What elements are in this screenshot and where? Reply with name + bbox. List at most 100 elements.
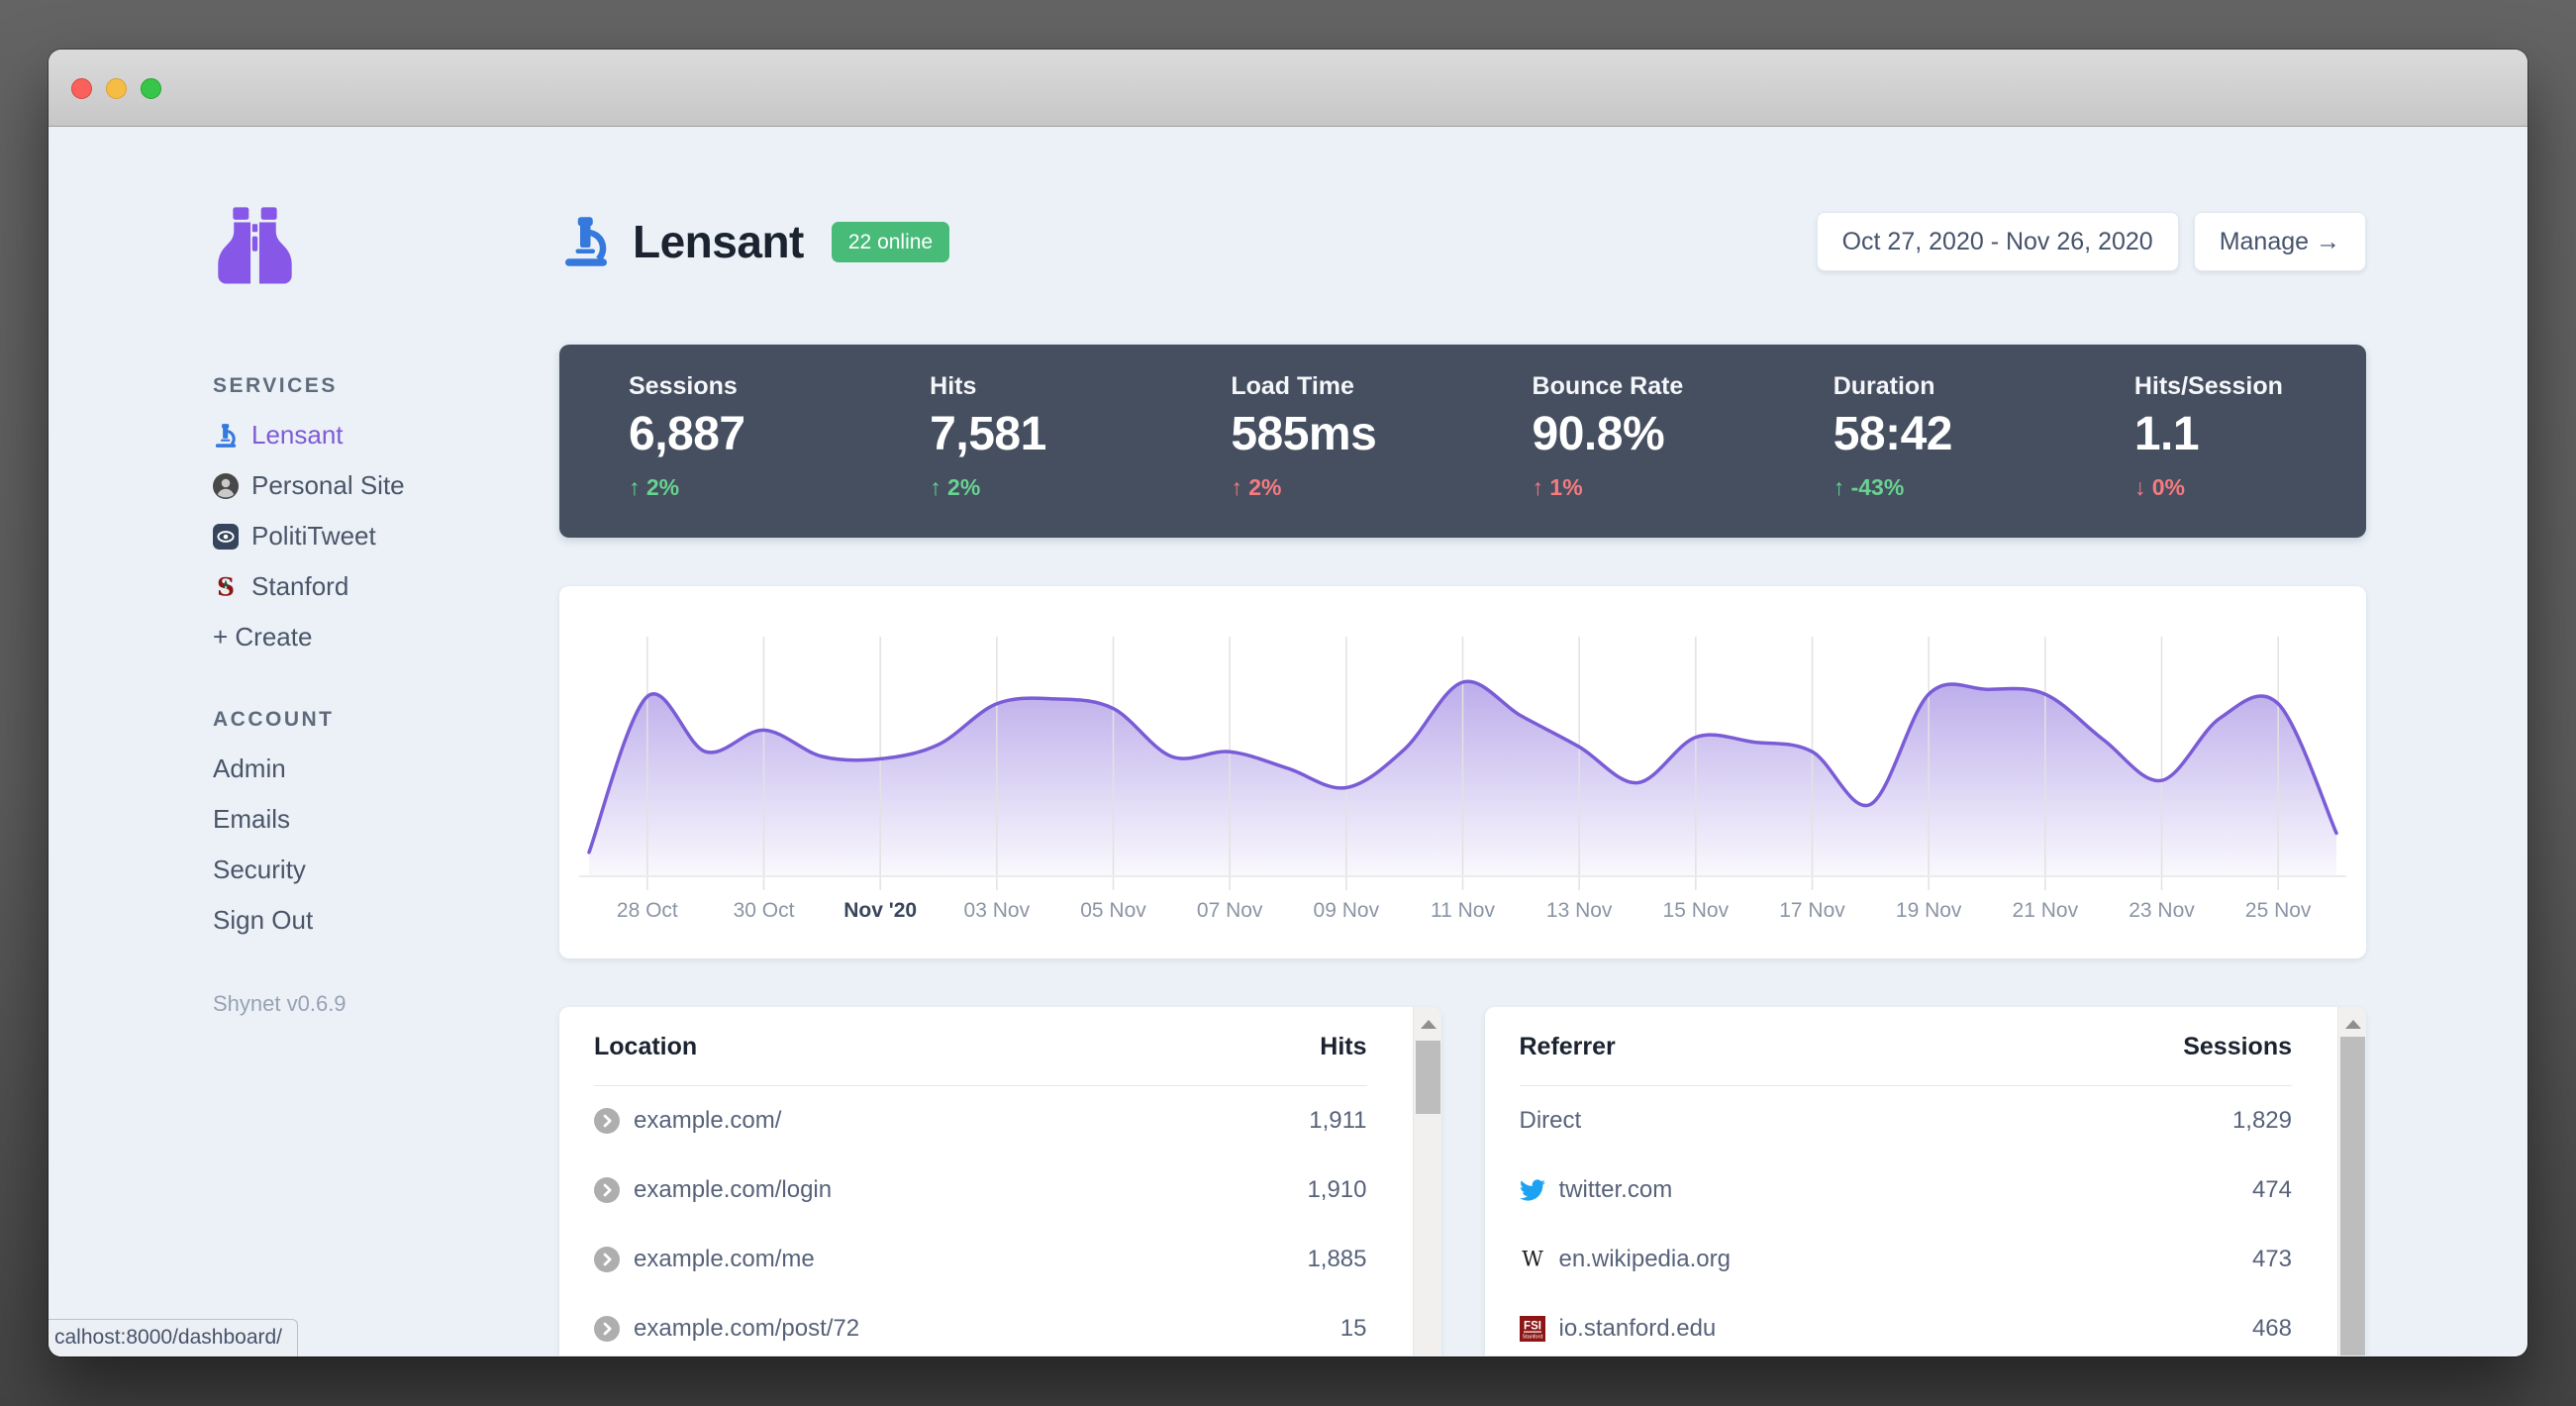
stat-duration: Duration 58:42 ↑ -43%	[1764, 345, 2065, 538]
row-label[interactable]: en.wikipedia.org	[1559, 1246, 1731, 1273]
manage-label: Manage	[2219, 227, 2310, 255]
table-row[interactable]: example.com/post/72 15	[594, 1294, 1367, 1356]
twitter-icon	[1519, 1177, 1545, 1203]
stat-change: ↑ 1%	[1532, 474, 1583, 500]
row-value: 1,829	[2231, 1107, 2292, 1134]
app-version: Shynet v0.6.9	[213, 991, 347, 1016]
scroll-up-arrow-icon[interactable]	[1420, 1020, 1437, 1029]
table-row[interactable]: Direct 1,829	[1520, 1086, 2293, 1155]
minimize-button[interactable]	[106, 78, 127, 99]
referrers-scrollbar[interactable]	[2337, 1007, 2366, 1356]
sidebar: SERVICES Lensant Personal Site PolitiTwe…	[213, 127, 559, 1356]
status-url-tooltip: calhost:8000/dashboard/	[49, 1319, 299, 1356]
x-tick-label: 17 Nov	[1779, 899, 1845, 922]
sidebar-item-lensant[interactable]: Lensant	[213, 410, 559, 460]
stat-hits-session: Hits/Session 1.1 ↓ 0%	[2065, 345, 2366, 538]
location-table-body: example.com/1,911 example.com/login 1,910…	[594, 1086, 1367, 1356]
table-row[interactable]: W en.wikipedia.org 473	[1520, 1225, 2292, 1294]
table-row[interactable]: twitter.com 474	[1519, 1155, 2292, 1225]
stat-change: ↑ -43%	[1833, 474, 1905, 500]
x-tick-label: 03 Nov	[964, 899, 1031, 922]
traffic-chart-card: 28 Oct 30 Oct Nov '20 03 Nov 05 Nov 07 Nov 09 …	[559, 586, 2366, 958]
row-label[interactable]: example.com/login	[634, 1176, 832, 1204]
manage-button[interactable]: Manage →	[2193, 212, 2366, 271]
titlebar	[49, 50, 2527, 127]
stat-label: Duration	[1833, 372, 1935, 400]
stat-label: Sessions	[629, 372, 738, 400]
sidebar-item-label: Personal Site	[251, 470, 405, 500]
sidebar-item-security[interactable]: Security	[213, 845, 559, 895]
scrollbar-thumb[interactable]	[2340, 1037, 2365, 1356]
sidebar-item-create[interactable]: + Create	[213, 612, 559, 662]
row-value: 473	[2251, 1246, 2292, 1272]
sidebar-item-polititweet[interactable]: PolitiTweet	[213, 511, 559, 561]
x-tick-label: 07 Nov	[1197, 899, 1263, 922]
stat-label: Hits	[930, 372, 977, 400]
close-button[interactable]	[71, 78, 92, 99]
stat-value: 585ms	[1231, 408, 1377, 460]
sidebar-item-label: + Create	[213, 622, 313, 652]
sidebar-item-stanford[interactable]: S Stanford	[213, 561, 559, 612]
sidebar-item-label: Security	[213, 854, 306, 884]
stat-change: ↑ 2%	[629, 474, 680, 500]
sidebar-item-personal-site[interactable]: Personal Site	[213, 460, 559, 511]
table-row[interactable]: example.com/1,911	[594, 1086, 1367, 1155]
x-tick-label: Nov '20	[843, 899, 917, 922]
row-value: 1,911	[1309, 1107, 1367, 1134]
stat-bounce-rate: Bounce Rate 90.8% ↑ 1%	[1463, 345, 1764, 538]
account-section-title: ACCOUNT	[213, 708, 335, 731]
x-tick-label: 25 Nov	[2245, 899, 2312, 922]
stat-value: 6,887	[629, 408, 745, 460]
sidebar-item-admin[interactable]: Admin	[213, 744, 559, 794]
row-label[interactable]: io.stanford.edu	[1559, 1315, 1717, 1343]
fullscreen-button[interactable]	[141, 78, 161, 99]
scrollbar-thumb[interactable]	[1415, 1041, 1440, 1114]
account-nav: Admin Emails Security Sign Out	[213, 744, 559, 946]
svg-text:Stanford: Stanford	[1522, 1335, 1542, 1341]
desktop: { "window": { "status_url": "calhost:800…	[0, 0, 2576, 1406]
stat-label: Load Time	[1231, 372, 1354, 400]
x-tick-label: 13 Nov	[1546, 899, 1613, 922]
eye-icon	[213, 523, 239, 550]
table-row[interactable]: FSI Stanford io.stanford.edu 468	[1519, 1294, 2292, 1356]
microscope-icon	[559, 214, 613, 269]
services-nav: Lensant Personal Site PolitiTweet S Stan…	[213, 410, 559, 662]
stat-label: Hits/Session	[2133, 372, 2283, 400]
stanford-icon: S	[213, 572, 239, 601]
locations-scrollbar[interactable]	[1412, 1007, 1441, 1356]
stat-change: ↑ 2%	[1231, 474, 1282, 500]
page-title: Lensant	[633, 216, 804, 267]
main-content: Lensant 22 online Oct 27, 2020 - Nov 26,…	[559, 127, 2366, 1356]
stat-load-time: Load Time 585ms ↑ 2%	[1161, 345, 1462, 538]
referrer-table-body: Direct 1,829 twitter.com 474 W en.wikipedi…	[1519, 1086, 2293, 1356]
stat-hits: Hits 7,581 ↑ 2%	[860, 345, 1161, 538]
stat-change: ↓ 0%	[2133, 474, 2185, 500]
scroll-up-arrow-icon[interactable]	[2345, 1020, 2361, 1029]
chevron-icon	[594, 1177, 620, 1203]
fsi-icon: FSI Stanford	[1519, 1316, 1545, 1342]
row-label[interactable]: example.com/me	[634, 1246, 815, 1273]
row-label[interactable]: example.com/post/72	[634, 1315, 859, 1343]
x-tick-label: 30 Oct	[734, 899, 795, 922]
stat-change: ↑ 2%	[930, 474, 981, 500]
online-badge: 22 online	[831, 221, 950, 262]
sidebar-item-sign-out[interactable]: Sign Out	[213, 895, 559, 946]
sidebar-item-emails[interactable]: Emails	[213, 794, 559, 845]
row-value: 1,910	[1307, 1176, 1367, 1203]
row-value: 468	[2251, 1315, 2292, 1342]
x-tick-label: 11 Nov	[1431, 899, 1495, 922]
date-range-button[interactable]: Oct 27, 2020 - Nov 26, 2020	[1816, 212, 2179, 271]
row-label[interactable]: example.com/	[634, 1107, 781, 1135]
referrer-column-header: Referrer	[1519, 1033, 1616, 1060]
sidebar-item-label: Admin	[213, 753, 286, 783]
binoculars-logo-icon	[213, 203, 297, 287]
row-label[interactable]: twitter.com	[1559, 1176, 1673, 1204]
browser-window: SERVICES Lensant Personal Site PolitiTwe…	[49, 50, 2527, 1356]
row-label[interactable]: Direct	[1520, 1107, 1582, 1135]
table-row[interactable]: example.com/me 1,885	[594, 1225, 1367, 1294]
services-section-title: SERVICES	[213, 374, 338, 397]
row-value: 474	[2251, 1176, 2292, 1203]
chevron-icon	[594, 1108, 620, 1134]
table-row[interactable]: example.com/login 1,910	[594, 1155, 1367, 1225]
stats-bar: Sessions 6,887 ↑ 2% Hits 7,581 ↑ 2% Load Time 5…	[559, 345, 2366, 538]
